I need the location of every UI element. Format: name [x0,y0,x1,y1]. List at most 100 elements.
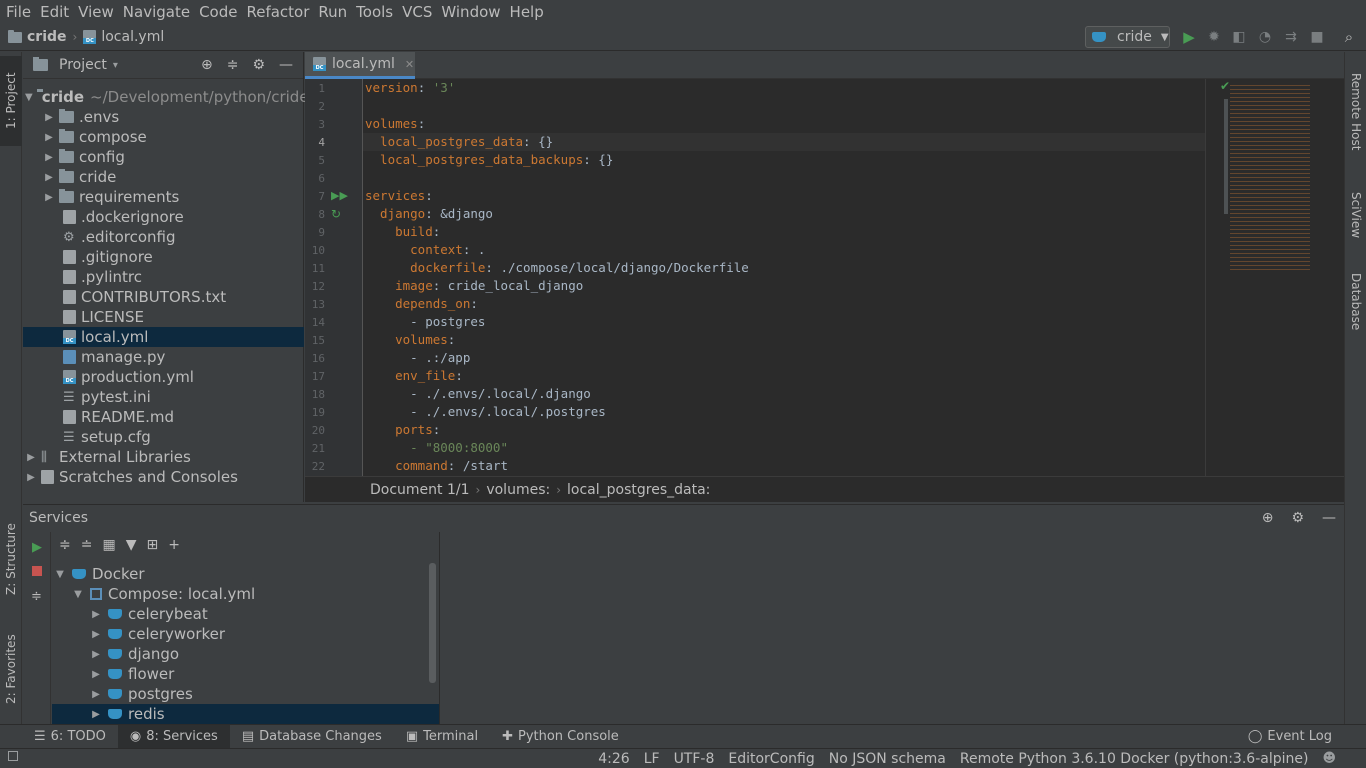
tree-scratches[interactable]: ▶ Scratches and Consoles [23,467,304,487]
tree-file[interactable]: .dockerignore [23,207,304,227]
expand-arrow-icon[interactable]: ▶ [90,709,102,720]
menu-refactor[interactable]: Refactor [246,3,314,21]
expand-arrow-icon[interactable]: ▶ [43,152,55,163]
tree-file[interactable]: ☰ pytest.ini [23,387,304,407]
locate-file-icon[interactable]: ⊕ [201,57,213,73]
services-compose-node[interactable]: ▼ Compose: local.yml [52,584,439,604]
locate-icon[interactable]: ⊕ [1262,510,1274,526]
inspector-icon[interactable]: ☻ [1322,751,1336,766]
run-services-icon[interactable]: ▶▶ [331,189,348,202]
tool-tab-project[interactable]: 1: Project [0,56,22,146]
tree-root[interactable]: ▼ cride ~/Development/python/cride [23,87,309,107]
close-icon[interactable]: ✕ [405,58,414,71]
breadcrumb-project[interactable]: cride [8,29,67,45]
expand-arrow-icon[interactable]: ▶ [43,112,55,123]
editor-tab-local-yml[interactable]: local.yml ✕ [305,52,415,79]
gear-icon[interactable]: ⚙ [252,57,265,73]
menu-run[interactable]: Run [318,3,352,21]
menu-vcs[interactable]: VCS [402,3,437,21]
breadcrumb-document[interactable]: Document 1/1 [370,482,470,498]
tree-file[interactable]: .pylintrc [23,267,304,287]
service-item[interactable]: ▶ flower [52,664,439,684]
stop-icon[interactable] [32,566,42,576]
expand-arrow-icon[interactable]: ▼ [25,92,33,103]
run-icon[interactable]: ▶ [1180,28,1198,46]
breadcrumb-key[interactable]: local_postgres_data: [567,482,710,498]
service-item[interactable]: ▶ django [52,644,439,664]
expand-arrow-icon[interactable]: ▶ [43,192,55,203]
service-item[interactable]: ▶ postgres [52,684,439,704]
tree-file[interactable]: ⚙ .editorconfig [23,227,304,247]
tree-folder[interactable]: ▶ cride [23,167,304,187]
tree-file[interactable]: manage.py [23,347,304,367]
tree-file[interactable]: ☰ setup.cfg [23,427,304,447]
tree-folder[interactable]: ▶ config [23,147,304,167]
run-icon[interactable]: ▶ [32,540,42,555]
status-line-separator[interactable]: LF [644,751,660,767]
group-by-icon[interactable]: ▦ [102,537,115,553]
expand-arrow-icon[interactable]: ▶ [90,669,102,680]
menu-file[interactable]: File [6,3,36,21]
debug-icon[interactable]: ✹ [1205,28,1223,46]
project-panel-title[interactable]: Project [59,57,107,73]
tree-file[interactable]: .gitignore [23,247,304,267]
menu-code[interactable]: Code [199,3,242,21]
menu-help[interactable]: Help [510,3,549,21]
collapse-all-icon[interactable]: ≑ [227,57,239,73]
status-encoding[interactable]: UTF-8 [674,751,715,767]
menu-tools[interactable]: Tools [356,3,398,21]
tool-tab-remote-host[interactable]: Remote Host [1345,62,1366,162]
run-configuration-select[interactable]: cride ▼ [1085,26,1170,48]
tree-folder[interactable]: ▶ compose [23,127,304,147]
tree-file[interactable]: CONTRIBUTORS.txt [23,287,304,307]
tool-windows-toggle-icon[interactable] [8,751,18,761]
tool-tab-todo[interactable]: ☰ 6: TODO [22,725,118,749]
menu-view[interactable]: View [78,3,119,21]
tool-tab-database[interactable]: Database [1345,264,1366,339]
minimap[interactable]: ✔ [1205,79,1344,476]
hide-panel-icon[interactable]: — [1322,510,1336,526]
services-docker-node[interactable]: ▼ Docker [52,564,439,584]
stop-icon[interactable]: ■ [1308,28,1326,46]
code-editor[interactable]: 1 2 3 4 5 6 7 8 9 10 11 12 13 14 15 16 17 18 19 20 21 22 vers… [305,79,1344,476]
expand-arrow-icon[interactable]: ▶ [90,649,102,660]
chevron-down-icon[interactable]: ▾ [113,60,118,71]
status-caret-position[interactable]: 4:26 [598,751,629,767]
service-item[interactable]: ▶ celerybeat [52,604,439,624]
expand-arrow-icon[interactable]: ▶ [90,689,102,700]
expand-arrow-icon[interactable]: ▶ [90,629,102,640]
coverage-icon[interactable]: ◧ [1230,28,1248,46]
gear-icon[interactable]: ⚙ [1291,510,1304,526]
profile-icon[interactable]: ◔ [1256,28,1274,46]
tool-tab-structure[interactable]: Z: Structure [0,512,22,607]
menu-navigate[interactable]: Navigate [123,3,195,21]
filter-icon[interactable]: ▼ [126,537,137,553]
tree-folder[interactable]: ▶ .envs [23,107,304,127]
hide-panel-icon[interactable]: — [279,57,293,73]
tree-folder[interactable]: ▶ requirements [23,187,304,207]
expand-arrow-icon[interactable]: ▶ [25,452,37,463]
tree-file[interactable]: README.md [23,407,304,427]
tree-file[interactable]: production.yml [23,367,304,387]
add-service-icon[interactable]: + [168,537,180,553]
tool-tab-python-console[interactable]: ✚ Python Console [490,725,631,749]
collapse-all-icon[interactable]: ≐ [81,537,93,553]
status-editorconfig[interactable]: EditorConfig [728,751,814,767]
concurrency-icon[interactable]: ⇉ [1282,28,1300,46]
search-everywhere-icon[interactable]: ⌕ [1340,28,1358,46]
expand-arrow-icon[interactable]: ▶ [43,132,55,143]
service-item-selected[interactable]: ▶ redis [52,704,439,724]
tool-tab-terminal[interactable]: ▣ Terminal [394,725,490,749]
expand-all-icon[interactable]: ≑ [59,537,71,553]
tool-tab-favorites[interactable]: 2: Favorites [0,622,22,717]
breadcrumb-file[interactable]: local.yml [83,29,164,45]
status-json-schema[interactable]: No JSON schema [829,751,946,767]
expand-all-icon[interactable]: ≑ [31,589,42,604]
tree-external-libraries[interactable]: ▶ ⫼ External Libraries [23,447,304,467]
tool-tab-sciview[interactable]: SciView [1345,180,1366,250]
menu-edit[interactable]: Edit [40,3,74,21]
tool-tab-services[interactable]: ◉ 8: Services [117,724,230,749]
breadcrumb-volumes[interactable]: volumes: [486,482,550,498]
expand-arrow-icon[interactable]: ▼ [72,589,84,600]
minimap-viewport[interactable] [1224,99,1228,214]
